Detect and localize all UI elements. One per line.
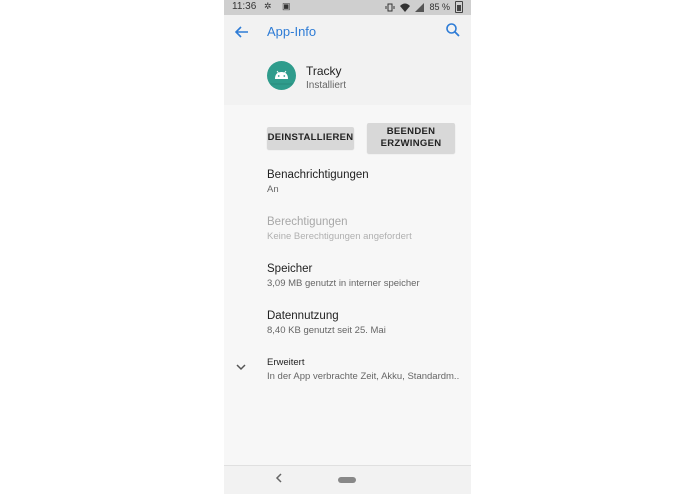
battery-percent: 85 % <box>429 2 450 12</box>
item-title: Berechtigungen <box>267 216 348 228</box>
item-subtitle: 3,09 MB genutzt in interner speicher <box>267 278 420 289</box>
list-item-data-usage[interactable]: Datennutzung 8,40 KB genutzt seit 25. Ma… <box>267 310 467 336</box>
notification-icons: ✲ ▣ <box>264 1 295 11</box>
settings-content: DEINSTALLIEREN BEENDEN ERZWINGEN Benachr… <box>224 105 471 465</box>
item-title: Benachrichtigungen <box>267 169 369 181</box>
phone-screen: 11:36 ✲ ▣ 85 % App-Info Tracky Installie… <box>224 0 471 494</box>
item-title: Speicher <box>267 263 313 275</box>
item-title: Datennutzung <box>267 310 339 322</box>
search-icon[interactable] <box>445 22 463 40</box>
item-subtitle: In der App verbrachte Zeit, Akku, Standa… <box>267 371 460 382</box>
list-item-permissions: Berechtigungen Keine Berechtigungen ange… <box>267 216 467 242</box>
force-stop-button[interactable]: BEENDEN ERZWINGEN <box>367 123 455 153</box>
status-bar: 11:36 ✲ ▣ 85 % <box>224 0 471 15</box>
force-stop-label-line1: BEENDEN <box>386 126 436 137</box>
app-header: Tracky Installiert <box>224 51 471 105</box>
back-arrow-icon[interactable] <box>233 23 251 41</box>
page-title: App-Info <box>267 24 317 39</box>
chevron-down-icon[interactable] <box>234 361 248 375</box>
nav-back-icon[interactable] <box>274 472 284 487</box>
navigation-bar <box>224 465 471 494</box>
list-item-storage[interactable]: Speicher 3,09 MB genutzt in interner spe… <box>267 263 467 289</box>
uninstall-button[interactable]: DEINSTALLIEREN <box>267 127 354 149</box>
item-subtitle: An <box>267 184 279 195</box>
item-subtitle: Keine Berechtigungen angefordert <box>267 231 412 242</box>
status-time: 11:36 <box>232 1 257 12</box>
wifi-icon <box>400 3 411 12</box>
force-stop-label-line2: ERZWINGEN <box>380 138 442 149</box>
list-item-notifications[interactable]: Benachrichtigungen An <box>267 169 467 195</box>
battery-icon <box>455 1 463 13</box>
app-install-status: Installiert <box>306 80 347 91</box>
app-bar: App-Info <box>224 15 471 51</box>
status-right: 85 % <box>385 1 463 13</box>
app-name: Tracky <box>306 64 342 78</box>
item-title: Erweitert <box>267 357 305 368</box>
item-subtitle: 8,40 KB genutzt seit 25. Mai <box>267 325 386 336</box>
vibrate-icon <box>385 3 395 11</box>
signal-icon <box>415 2 425 12</box>
list-item-advanced[interactable]: Erweitert In der App verbrachte Zeit, Ak… <box>267 357 467 382</box>
android-icon <box>267 61 296 90</box>
nav-home-pill[interactable] <box>338 477 356 483</box>
